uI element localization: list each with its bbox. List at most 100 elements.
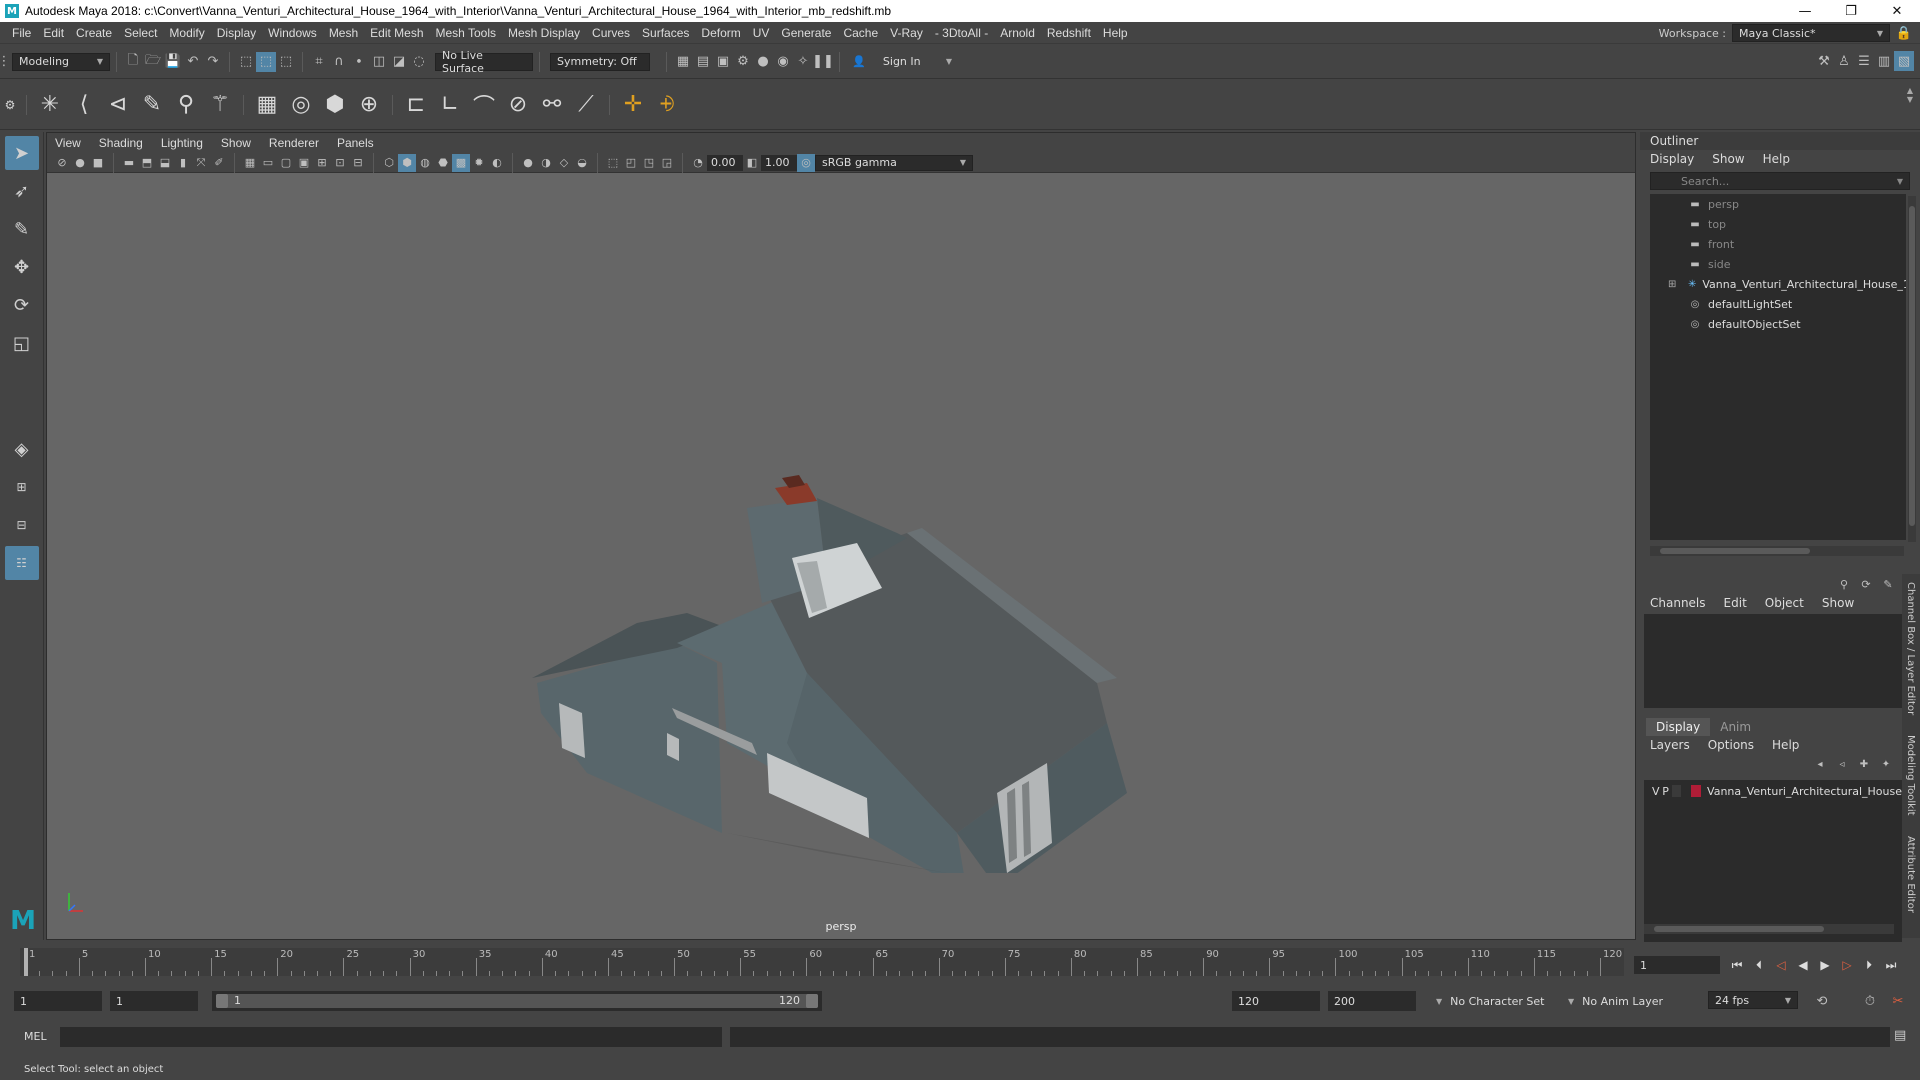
grease-pencil-icon[interactable]: ✐: [210, 154, 228, 172]
safe-title-icon[interactable]: ⊟: [349, 154, 367, 172]
outliner-vscroll[interactable]: [1908, 196, 1916, 542]
time-slider-track[interactable]: 1 5 10 15 20 25 30 35 40 45 50 55 60 65 70 75 80 85 90 95 10…: [20, 948, 1624, 976]
default-lighting-icon[interactable]: ◍: [416, 154, 434, 172]
outliner-item[interactable]: ◎ defaultObjectSet: [1650, 314, 1906, 334]
channel-sync-icon[interactable]: ⟳: [1856, 574, 1876, 594]
select-hierarchy-icon[interactable]: ⬚: [236, 52, 256, 72]
curve-tool-icon[interactable]: ⟨: [67, 85, 101, 125]
image-plane-icon[interactable]: ■: [89, 154, 107, 172]
select-component-icon[interactable]: ⬚: [276, 52, 296, 72]
house-model[interactable]: [527, 413, 1247, 873]
step-forward-key-icon[interactable]: ⏵: [1858, 954, 1880, 976]
bevel-icon[interactable]: ∟: [433, 85, 467, 125]
menu-display[interactable]: Display: [211, 26, 262, 40]
layer-color-swatch[interactable]: [1690, 785, 1702, 797]
viewport-menu-shading[interactable]: Shading: [99, 136, 143, 150]
outliner-menu-help[interactable]: Help: [1763, 152, 1790, 166]
render-frame-icon[interactable]: ▤: [693, 52, 713, 72]
redo-icon[interactable]: ↷: [203, 52, 223, 72]
playback-end-field[interactable]: 120: [1232, 991, 1320, 1011]
create-joint-icon[interactable]: ⚲: [169, 85, 203, 125]
menu-set-dropdown[interactable]: Modeling ▼: [12, 52, 110, 71]
modeling-toolkit-icon[interactable]: ⚒: [1814, 51, 1834, 71]
menu-arnold[interactable]: Arnold: [994, 26, 1041, 40]
loop-icon[interactable]: ⟲: [1812, 991, 1832, 1011]
save-scene-icon[interactable]: 💾: [163, 52, 183, 72]
select-object-icon[interactable]: ⬚: [256, 51, 276, 72]
wireframe-on-shaded-icon[interactable]: ⬣: [434, 154, 452, 172]
live-surface-dropdown[interactable]: No Live Surface: [435, 49, 533, 75]
menu-v-ray[interactable]: V-Ray: [884, 26, 929, 40]
close-button[interactable]: ✕: [1874, 0, 1920, 22]
step-back-key-icon[interactable]: ⏴: [1748, 954, 1770, 976]
play-backward-icon[interactable]: ◀: [1792, 954, 1814, 976]
minimize-button[interactable]: —: [1782, 0, 1828, 22]
menu-uv[interactable]: UV: [747, 26, 776, 40]
channel-edit-icon[interactable]: ✎: [1878, 574, 1898, 594]
lock-camera-icon[interactable]: ⬒: [138, 154, 156, 172]
layer-row[interactable]: V P Vanna_Venturi_Architectural_House: [1644, 780, 1902, 802]
extrude-icon[interactable]: ⊏: [399, 85, 433, 125]
outliner-item[interactable]: ▬ front: [1650, 234, 1906, 254]
menu-mesh[interactable]: Mesh: [323, 26, 364, 40]
step-forward-frame-icon[interactable]: ▷: [1836, 954, 1858, 976]
menu-file[interactable]: File: [6, 26, 37, 40]
hypershade-icon[interactable]: ●: [753, 52, 773, 72]
outliner-item[interactable]: ⊞ ✳ Vanna_Venturi_Architectural_House_196: [1650, 274, 1906, 294]
viewport-menu-renderer[interactable]: Renderer: [269, 136, 319, 150]
script-language-label[interactable]: MEL: [24, 1030, 47, 1043]
range-end-handle[interactable]: [806, 994, 818, 1008]
play-forward-icon[interactable]: ▶: [1814, 954, 1836, 976]
bridge-icon[interactable]: ⌒: [467, 85, 501, 125]
use-all-lights-icon[interactable]: ✹: [470, 154, 488, 172]
menu-curves[interactable]: Curves: [586, 26, 636, 40]
range-start-handle[interactable]: [216, 994, 228, 1008]
channel-menu-object[interactable]: Object: [1765, 596, 1804, 610]
outliner-item[interactable]: ▬ side: [1650, 254, 1906, 274]
go-to-start-icon[interactable]: ⏮: [1726, 954, 1748, 976]
freeze-transform-icon[interactable]: ⨮: [650, 85, 684, 125]
sign-in-button[interactable]: 👤 Sign In ▼: [846, 52, 958, 71]
channel-box-tab[interactable]: Channel Box / Layer Editor: [1905, 582, 1916, 715]
human-ik-icon[interactable]: ♙: [1834, 51, 1854, 71]
multisample-aa-icon[interactable]: ◇: [555, 154, 573, 172]
snap-curve-icon[interactable]: ∩: [329, 52, 349, 72]
step-back-frame-icon[interactable]: ◁: [1770, 954, 1792, 976]
menu-select[interactable]: Select: [118, 26, 163, 40]
range-slider[interactable]: 1 120: [212, 991, 822, 1011]
center-pivot-icon[interactable]: ✛: [616, 85, 650, 125]
render-settings-icon[interactable]: ⚙: [733, 52, 753, 72]
film-gate-icon[interactable]: ▭: [259, 154, 277, 172]
select-camera-icon[interactable]: ▬: [120, 154, 138, 172]
menu-3dtoall[interactable]: - 3DtoAll -: [929, 26, 994, 40]
safe-action-icon[interactable]: ⊡: [331, 154, 349, 172]
channel-menu-edit[interactable]: Edit: [1724, 596, 1747, 610]
paint-select-icon[interactable]: ✎: [5, 212, 39, 246]
viewport-menu-panels[interactable]: Panels: [337, 136, 374, 150]
xray-icon[interactable]: ◰: [622, 154, 640, 172]
light-editor-icon[interactable]: ✧: [793, 52, 813, 72]
motion-blur-icon[interactable]: ◑: [537, 154, 555, 172]
new-layer-selected-icon[interactable]: ✦: [1876, 754, 1896, 774]
drag-handle-icon[interactable]: ⋮: [0, 52, 11, 72]
snap-view-icon[interactable]: ◫: [369, 52, 389, 72]
menu-generate[interactable]: Generate: [775, 26, 837, 40]
field-chart-icon[interactable]: ⊞: [313, 154, 331, 172]
layer-menu-help[interactable]: Help: [1772, 738, 1799, 752]
wireframe-icon[interactable]: ⬡: [380, 154, 398, 172]
outliner-item[interactable]: ◎ defaultLightSet: [1650, 294, 1906, 314]
layer-type-toggle[interactable]: [1672, 785, 1681, 797]
channel-key-icon[interactable]: ⚲: [1834, 574, 1854, 594]
menu-mesh-tools[interactable]: Mesh Tools: [430, 26, 502, 40]
twod-pan-icon[interactable]: ⤧: [192, 154, 210, 172]
poly-cube-icon[interactable]: ▦: [250, 85, 284, 125]
viewport-menu-view[interactable]: View: [55, 136, 81, 150]
camera-bookmarks-icon[interactable]: ⬓: [156, 154, 174, 172]
lock-icon[interactable]: 🔒: [1894, 23, 1914, 43]
outliner-menu-show[interactable]: Show: [1712, 152, 1744, 166]
command-input[interactable]: [60, 1027, 722, 1047]
snap-point-icon[interactable]: ∙: [349, 52, 369, 72]
grid-icon[interactable]: ▦: [241, 154, 259, 172]
shadows-icon[interactable]: ◐: [488, 154, 506, 172]
attribute-editor-tab[interactable]: Attribute Editor: [1905, 836, 1916, 913]
